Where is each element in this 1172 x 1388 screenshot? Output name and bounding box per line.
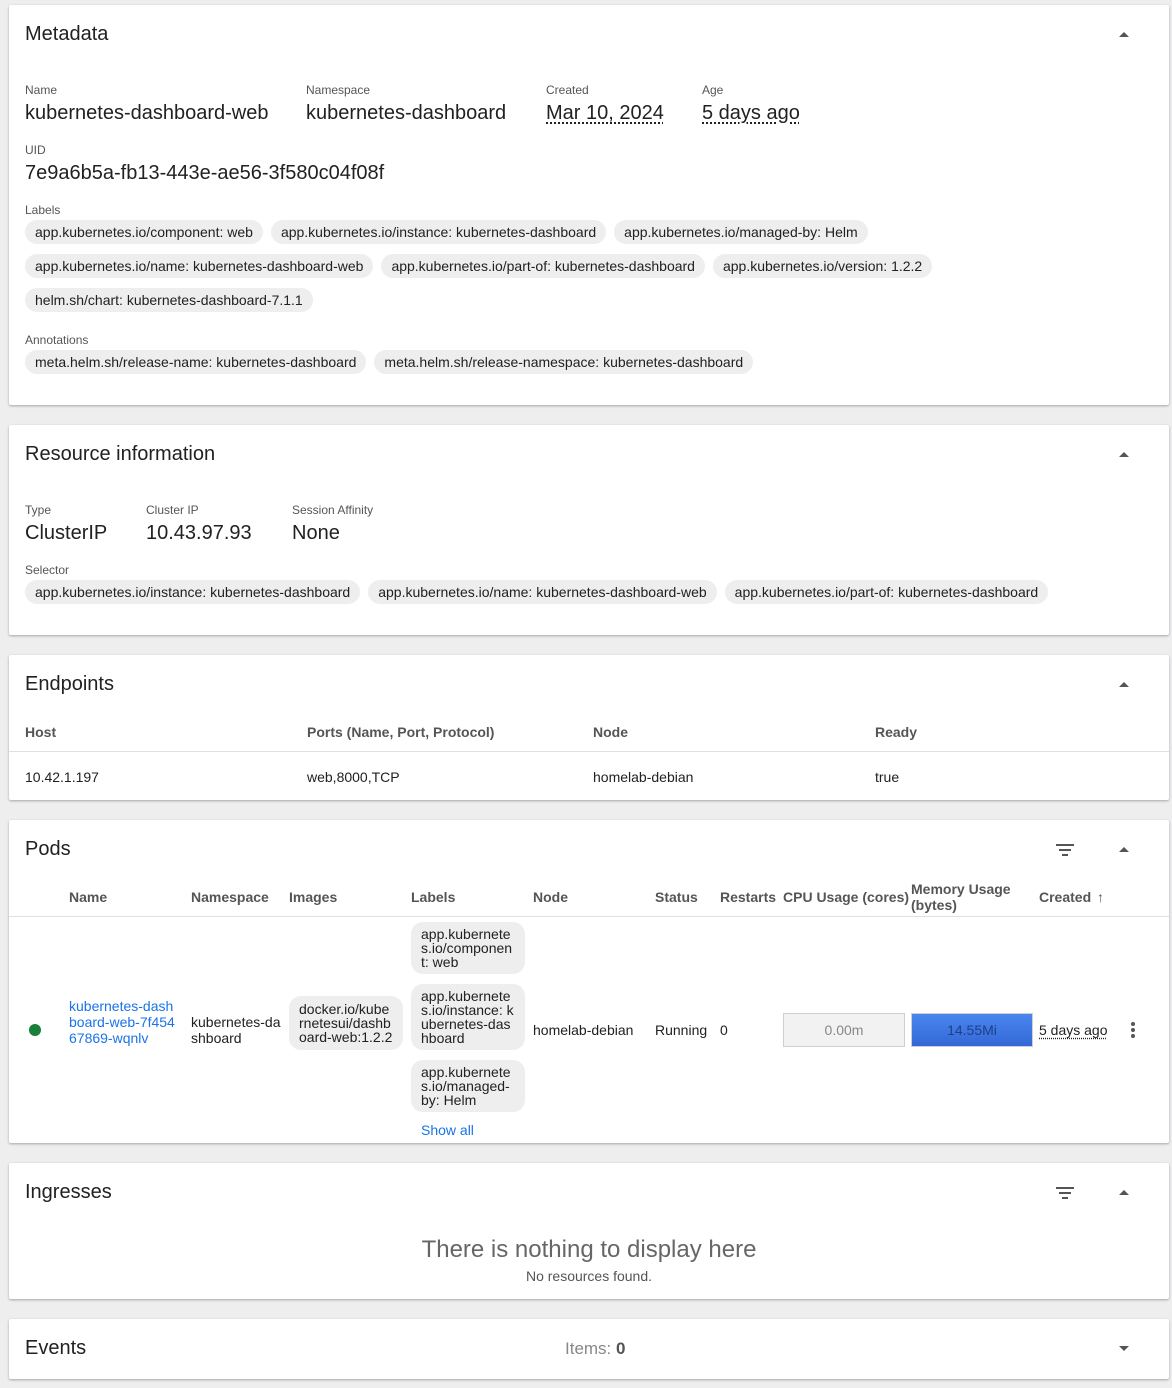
pod-label-chip[interactable]: app.kubernetes.io/managed-by: Helm	[411, 1060, 525, 1112]
sort-ascending-icon: ↑	[1097, 889, 1105, 905]
divider	[9, 751, 1169, 752]
resource-info-title: Resource information	[25, 443, 216, 465]
cpu-usage-bar: 0.00m	[783, 1013, 905, 1047]
pod-status: Running	[655, 1022, 708, 1038]
col-cpu[interactable]: CPU Usage (cores)	[783, 889, 909, 905]
metadata-card: Metadata Name kubernetes-dashboard-web N…	[9, 5, 1169, 405]
label-chip[interactable]: app.kubernetes.io/managed-by: Helm	[614, 220, 868, 244]
selector-chip[interactable]: app.kubernetes.io/name: kubernetes-dashb…	[368, 580, 717, 604]
collapse-metadata-button[interactable]	[1115, 25, 1133, 43]
events-card[interactable]: Events Items: 0	[9, 1319, 1169, 1379]
col-restarts[interactable]: Restarts	[720, 889, 776, 905]
col-ready: Ready	[875, 724, 918, 740]
label-chip[interactable]: app.kubernetes.io/version: 1.2.2	[712, 254, 933, 278]
empty-state-title: There is nothing to display here	[421, 1236, 757, 1263]
col-memory[interactable]: Memory Usage (bytes)	[911, 881, 1021, 913]
filter-icon[interactable]	[1055, 842, 1075, 858]
prop-session-affinity: Session Affinity None	[292, 503, 374, 544]
selector-chip[interactable]: app.kubernetes.io/instance: kubernetes-d…	[25, 580, 361, 604]
col-images: Images	[289, 889, 338, 905]
chevron-up-icon	[1119, 846, 1129, 852]
pod-restarts: 0	[720, 1022, 728, 1038]
prop-name: Name kubernetes-dashboard-web	[25, 83, 269, 124]
empty-state-subtitle: No resources found.	[525, 1268, 653, 1284]
annotations-chips: meta.helm.sh/release-name: kubernetes-da…	[25, 350, 1145, 374]
col-host: Host	[25, 724, 57, 740]
prop-type: Type ClusterIP	[25, 503, 108, 544]
chevron-up-icon	[1119, 681, 1129, 687]
collapse-endpoints-button[interactable]	[1115, 675, 1133, 693]
selector-chips: app.kubernetes.io/instance: kubernetes-d…	[25, 580, 1145, 604]
metadata-title: Metadata	[25, 23, 109, 45]
endpoint-ready: true	[875, 769, 900, 785]
col-ports: Ports (Name, Port, Protocol)	[307, 724, 495, 740]
collapse-ingresses-button[interactable]	[1115, 1183, 1133, 1201]
events-title: Events	[25, 1337, 87, 1359]
pod-label-chip[interactable]: app.kubernetes.io/component: web	[411, 922, 525, 974]
expand-events-button[interactable]	[1115, 1339, 1133, 1357]
annotations-heading: Annotations	[25, 333, 89, 347]
col-node[interactable]: Node	[533, 889, 568, 905]
show-all-link[interactable]: Show all	[421, 1122, 474, 1138]
pod-node: homelab-debian	[533, 1022, 634, 1038]
prop-namespace: Namespace kubernetes-dashboard	[306, 83, 507, 124]
chevron-up-icon	[1119, 451, 1129, 457]
memory-usage-bar: 14.55Mi	[911, 1013, 1033, 1047]
pod-label-chip[interactable]: app.kubernetes.io/instance: kubernetes-d…	[411, 984, 525, 1050]
chevron-up-icon	[1119, 31, 1129, 37]
label-chip[interactable]: helm.sh/chart: kubernetes-dashboard-7.1.…	[25, 288, 313, 312]
col-status[interactable]: Status	[655, 889, 698, 905]
selector-heading: Selector	[25, 563, 70, 577]
chevron-down-icon	[1119, 1345, 1129, 1351]
selector-chip[interactable]: app.kubernetes.io/part-of: kubernetes-da…	[724, 580, 1049, 604]
annotation-chip[interactable]: meta.helm.sh/release-name: kubernetes-da…	[25, 350, 367, 374]
col-node: Node	[593, 724, 628, 740]
col-labels: Labels	[411, 889, 456, 905]
label-chip[interactable]: app.kubernetes.io/instance: kubernetes-d…	[270, 220, 607, 244]
pod-created[interactable]: 5 days ago	[1039, 1022, 1108, 1038]
events-items-count: Items: 0	[565, 1339, 626, 1358]
prop-uid: UID 7e9a6b5a-fb13-443e-ae56-3f580c04f08f	[25, 143, 385, 184]
endpoint-node: homelab-debian	[593, 769, 694, 785]
prop-created: Created Mar 10, 2024	[546, 83, 664, 124]
endpoints-card: Endpoints Host Ports (Name, Port, Protoc…	[9, 655, 1169, 800]
vertical-dots-icon[interactable]	[1129, 1020, 1137, 1040]
labels-chips: app.kubernetes.io/component: web app.kub…	[25, 220, 1145, 312]
pods-card: Pods Name Namespace Images Labels Node S…	[9, 820, 1169, 1143]
pod-image-chip: docker.io/kubernetesui/dashboard-web:1.2…	[289, 996, 403, 1050]
labels-heading: Labels	[25, 203, 61, 217]
prop-cluster-ip: Cluster IP 10.43.97.93	[146, 503, 252, 544]
endpoint-host: 10.42.1.197	[25, 769, 99, 785]
label-chip[interactable]: app.kubernetes.io/component: web	[25, 220, 263, 244]
endpoints-title: Endpoints	[25, 673, 114, 695]
prop-age: Age 5 days ago	[702, 83, 800, 124]
pod-name-link[interactable]: kubernetes-dashboard-web-7f45467869-wqnl…	[69, 998, 177, 1046]
col-namespace[interactable]: Namespace	[191, 889, 269, 905]
label-chip[interactable]: app.kubernetes.io/name: kubernetes-dashb…	[25, 254, 374, 278]
label-chip[interactable]: app.kubernetes.io/part-of: kubernetes-da…	[381, 254, 705, 278]
endpoint-ports: web,8000,TCP	[307, 769, 400, 785]
ingresses-title: Ingresses	[25, 1181, 112, 1203]
col-created[interactable]: Created ↑	[1039, 889, 1104, 905]
divider	[9, 916, 1169, 917]
resource-info-card: Resource information Type ClusterIP Clus…	[9, 425, 1169, 635]
pods-title: Pods	[25, 838, 71, 860]
pod-namespace: kubernetes-dashboard	[191, 1014, 281, 1046]
collapse-pods-button[interactable]	[1115, 840, 1133, 858]
filter-icon[interactable]	[1055, 1185, 1075, 1201]
col-name[interactable]: Name	[69, 889, 107, 905]
chevron-up-icon	[1119, 1189, 1129, 1195]
status-running-icon	[29, 1024, 41, 1036]
ingresses-card: Ingresses There is nothing to display he…	[9, 1163, 1169, 1299]
annotation-chip[interactable]: meta.helm.sh/release-namespace: kubernet…	[374, 350, 754, 374]
collapse-resource-button[interactable]	[1115, 445, 1133, 463]
